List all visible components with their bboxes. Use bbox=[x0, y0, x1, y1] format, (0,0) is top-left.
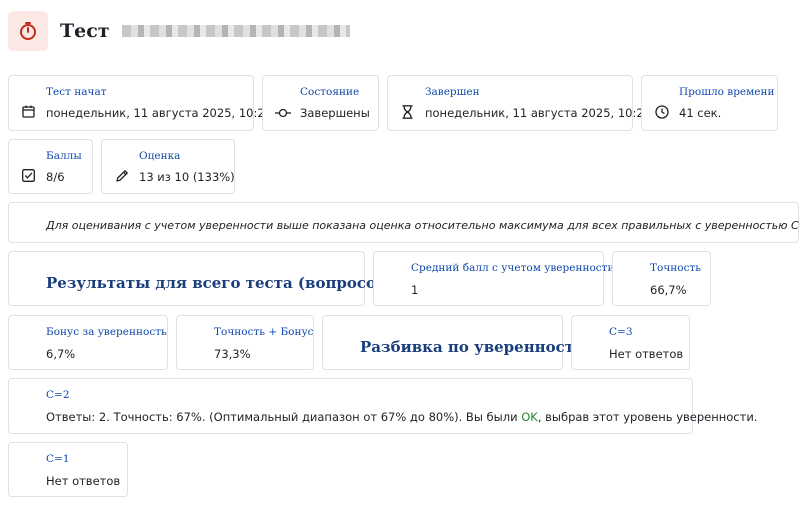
avg-score-label: Средний балл с учетом уверенности bbox=[411, 262, 615, 274]
avg-score-card: Средний балл с учетом уверенности 1 bbox=[373, 251, 614, 306]
results-title-card: Результаты для всего теста (вопросов - 2… bbox=[8, 251, 421, 306]
state-value: Завершены bbox=[300, 106, 370, 120]
accuracy-bonus-value: 73,3% bbox=[214, 347, 251, 361]
checkbox-icon bbox=[22, 169, 35, 187]
bonus-value: 6,7% bbox=[46, 347, 76, 361]
state-icon bbox=[275, 106, 291, 124]
page-title: Тест bbox=[60, 20, 110, 42]
stopwatch-icon bbox=[8, 11, 48, 51]
page-header: Тест bbox=[8, 9, 350, 53]
c3-value: Нет ответов bbox=[609, 347, 684, 361]
confidence-note-card: Для оценивания с учетом уверенности выше… bbox=[8, 202, 800, 243]
accuracy-label: Точность bbox=[650, 262, 701, 274]
bonus-card: Бонус за уверенность 6,7% bbox=[8, 315, 168, 370]
hourglass-icon bbox=[402, 105, 413, 124]
grade-label: Оценка bbox=[139, 150, 181, 162]
started-value: понедельник, 11 августа 2025, 10:27 bbox=[46, 106, 272, 120]
calendar-icon bbox=[22, 105, 35, 123]
accuracy-bonus-label: Точность + Бонус bbox=[214, 326, 314, 338]
grade-card: Оценка 13 из 10 (133%) bbox=[101, 139, 235, 194]
accuracy-card: Точность 66,7% bbox=[612, 251, 711, 306]
c2-text: Ответы: 2. Точность: 67%. (Оптимальный д… bbox=[46, 410, 757, 424]
elapsed-card: Прошло времени 41 сек. bbox=[641, 75, 778, 131]
redacted-title-text bbox=[121, 25, 350, 37]
results-title: Результаты для всего теста (вопросов - 2… bbox=[46, 274, 421, 292]
started-label: Тест начат bbox=[46, 86, 107, 98]
elapsed-value: 41 сек. bbox=[679, 106, 722, 120]
confidence-note-text: Для оценивания с учетом уверенности выше… bbox=[46, 219, 800, 234]
points-card: Баллы 8/6 bbox=[8, 139, 93, 194]
state-card: Состояние Завершены bbox=[262, 75, 379, 131]
breakdown-title-card: Разбивка по уверенности bbox=[322, 315, 585, 370]
state-label: Состояние bbox=[300, 86, 360, 98]
c1-label: C=1 bbox=[46, 453, 70, 465]
started-card: Тест начат понедельник, 11 августа 2025,… bbox=[8, 75, 272, 131]
pencil-icon bbox=[115, 169, 129, 188]
c2-card: C=2 Ответы: 2. Точность: 67%. (Оптимальн… bbox=[8, 378, 757, 434]
clock-icon bbox=[655, 105, 669, 124]
avg-score-value: 1 bbox=[411, 283, 419, 297]
finished-card: Завершен понедельник, 11 августа 2025, 1… bbox=[387, 75, 651, 131]
c1-value: Нет ответов bbox=[46, 474, 121, 488]
c2-label: C=2 bbox=[46, 389, 70, 401]
accuracy-bonus-card: Точность + Бонус 73,3% bbox=[176, 315, 314, 370]
c3-label: C=3 bbox=[609, 326, 633, 338]
finished-value: понедельник, 11 августа 2025, 10:28 bbox=[425, 106, 651, 120]
c2-text-before: Ответы: 2. Точность: 67%. (Оптимальный д… bbox=[46, 410, 522, 424]
grade-value: 13 из 10 (133%) bbox=[139, 170, 235, 184]
bonus-label: Бонус за уверенность bbox=[46, 326, 167, 338]
accuracy-value: 66,7% bbox=[650, 283, 687, 297]
breakdown-title: Разбивка по уверенности bbox=[360, 338, 586, 356]
c1-card: C=1 Нет ответов bbox=[8, 442, 128, 497]
c3-card: C=3 Нет ответов bbox=[571, 315, 690, 370]
ok-status: OK bbox=[521, 410, 538, 424]
finished-label: Завершен bbox=[425, 86, 480, 98]
points-value: 8/6 bbox=[46, 170, 65, 184]
elapsed-label: Прошло времени bbox=[679, 86, 775, 98]
confidence-note-sentence: Для оценивания с учетом уверенности выше… bbox=[46, 219, 800, 232]
points-label: Баллы bbox=[46, 150, 82, 162]
c2-text-after: , выбрав этот уровень уверенности. bbox=[537, 410, 758, 424]
